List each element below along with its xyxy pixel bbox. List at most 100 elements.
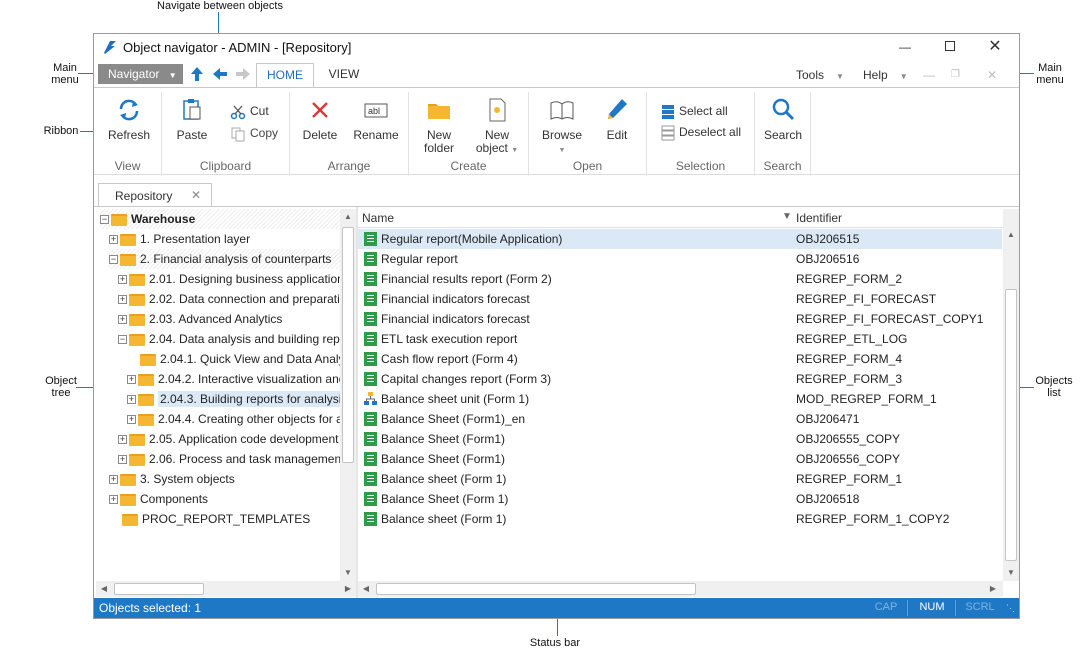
expand-icon[interactable]: + [109,475,118,485]
list-vertical-scrollbar[interactable]: ▲ ▼ [1003,209,1019,581]
deselect-all-button[interactable]: Deselect all [661,123,741,141]
expand-icon[interactable]: + [118,315,127,325]
tree-node[interactable]: +1. Presentation layer [109,229,250,249]
filter-icon[interactable]: ▼ [782,211,792,222]
list-horizontal-scrollbar[interactable]: ◀ ▶ [358,581,1003,597]
collapse-icon[interactable]: − [100,215,109,225]
list-row[interactable]: Balance Sheet (Form1)_en OBJ206471 [358,409,1002,429]
navigator-menu-button[interactable]: Navigator ▼ [98,64,183,84]
expand-icon[interactable]: + [118,455,127,465]
tree-node[interactable]: +2.02. Data connection and preparation [118,289,353,309]
scroll-thumb[interactable] [342,227,354,463]
close-icon[interactable]: ✕ [191,188,201,202]
tab-repository[interactable]: Repository ✕ [98,183,212,207]
list-row[interactable]: Balance sheet unit (Form 1) MOD_REGREP_FO… [358,389,1002,409]
doc-close-icon[interactable]: ✕ [987,63,997,87]
arrow-up-icon[interactable] [187,64,207,84]
rename-button[interactable]: abl Rename [350,96,402,142]
collapse-icon[interactable]: − [109,255,118,265]
expand-icon[interactable]: + [118,295,127,305]
paste-button[interactable]: Paste [170,96,214,142]
select-all-button[interactable]: Select all [661,102,728,120]
scroll-up-icon[interactable]: ▲ [340,209,356,225]
tools-menu[interactable]: Tools ▼ [796,63,844,87]
refresh-button[interactable]: Refresh [102,96,156,142]
forward-arrow-icon[interactable] [233,64,253,84]
new-folder-button[interactable]: New folder [417,96,461,155]
tab-view[interactable]: VIEW [319,63,369,87]
column-header-identifier[interactable]: Identifier [796,211,842,225]
list-row[interactable]: Balance Sheet (Form1) OBJ206555_COPY [358,429,1002,449]
list-row[interactable]: Balance sheet (Form 1) REGREP_FORM_1 [358,469,1002,489]
close-button[interactable]: ✕ [980,37,1010,57]
expand-icon[interactable]: + [118,275,127,285]
tree-node[interactable]: 2.04.1. Quick View and Data Analysis [127,349,356,369]
scroll-left-icon[interactable]: ◀ [358,581,374,597]
tree-horizontal-scrollbar[interactable]: ◀ ▶ [96,581,356,597]
callout-main-menu-right: Main menu [1036,62,1064,86]
tab-home[interactable]: HOME [256,63,314,87]
list-row[interactable]: Financial indicators forecast REGREP_FI_F… [358,289,1002,309]
scroll-thumb[interactable] [114,583,204,595]
minimize-button[interactable]: — [890,37,920,57]
expand-icon[interactable]: + [118,435,127,445]
scroll-down-icon[interactable]: ▼ [340,565,356,581]
new-object-button[interactable]: New object ▼ [469,96,525,157]
browse-button[interactable]: Browse ▼ [537,96,587,157]
collapse-icon[interactable]: − [118,335,127,345]
expand-icon[interactable]: + [127,375,136,385]
tree-node[interactable]: − 2. Financial analysis of counterparts [109,249,349,269]
tree-node[interactable]: +2.04.2. Interactive visualization and d… [127,369,356,389]
tree-node[interactable]: − 2.04. Data analysis and building report… [118,329,356,349]
tree-vertical-scrollbar[interactable]: ▲ ▼ [340,209,356,581]
help-menu[interactable]: Help ▼ [863,63,908,87]
tree-node[interactable]: − Warehouse [100,209,340,229]
tree-node[interactable]: +2.03. Advanced Analytics [118,309,282,329]
object-tree[interactable]: − Warehouse +1. Presentation layer −2. Fina… [96,209,356,599]
list-row[interactable]: Capital changes report (Form 3) REGREP_FO… [358,369,1002,389]
list-row[interactable]: Financial results report (Form 2) REGREP_… [358,269,1002,289]
object-identifier-cell: OBJ206516 [796,252,860,266]
scroll-left-icon[interactable]: ◀ [96,581,112,597]
tree-node[interactable]: +2.06. Process and task management [118,449,344,469]
list-row[interactable]: Regular report(Mobile Application) OBJ206… [358,229,1002,249]
scroll-down-icon[interactable]: ▼ [1003,565,1019,581]
list-row[interactable]: Cash flow report (Form 4) REGREP_FORM_4 [358,349,1002,369]
scroll-thumb[interactable] [376,583,696,595]
objects-list[interactable]: Name ▼ Identifier Regular report(Mobile … [358,209,1019,599]
tree-node[interactable]: + Components [109,489,208,509]
search-button[interactable]: Search [759,96,807,142]
back-arrow-icon[interactable] [210,64,230,84]
tree-node[interactable]: +2.01. Designing business application [118,269,344,289]
expand-icon[interactable]: + [127,415,136,425]
scroll-right-icon[interactable]: ▶ [340,581,356,597]
resize-grip-icon[interactable]: ⋱ [1006,603,1015,614]
cut-button[interactable]: Cut [230,102,269,120]
expand-icon[interactable]: + [109,495,118,505]
maximize-button[interactable] [935,37,965,57]
tree-node[interactable]: PROC_REPORT_TEMPLATES [109,509,310,529]
copy-button[interactable]: Copy [230,124,278,142]
list-row[interactable]: Financial indicators forecast REGREP_FI_F… [358,309,1002,329]
folder-icon [138,393,154,406]
column-header-name[interactable]: Name [362,211,394,225]
tree-node[interactable]: +2.05. Application code development for [118,429,356,449]
doc-minimize-icon[interactable]: — [923,63,935,87]
list-row[interactable]: Regular report OBJ206516 [358,249,1002,269]
list-row[interactable]: Balance Sheet (Form1) OBJ206556_COPY [358,449,1002,469]
list-header: Name ▼ Identifier [358,209,1003,228]
tree-node[interactable]: +2.04.3. Building reports for analysis a… [127,389,356,409]
delete-button[interactable]: Delete [298,96,342,142]
expand-icon[interactable]: + [127,395,136,405]
scroll-right-icon[interactable]: ▶ [985,581,1001,597]
list-row[interactable]: Balance sheet (Form 1) REGREP_FORM_1_COPY… [358,509,1002,529]
edit-button[interactable]: Edit [595,96,639,142]
scroll-up-icon[interactable]: ▲ [1003,227,1019,243]
expand-icon[interactable]: + [109,235,118,245]
tree-node[interactable]: +3. System objects [109,469,235,489]
scroll-thumb[interactable] [1005,289,1017,561]
list-row[interactable]: Balance Sheet (Form 1) OBJ206518 [358,489,1002,509]
list-row[interactable]: ETL task execution report REGREP_ETL_LOG [358,329,1002,349]
doc-restore-icon[interactable]: ❐ [951,63,960,87]
tree-node[interactable]: +2.04.4. Creating other objects for anal… [127,409,356,429]
